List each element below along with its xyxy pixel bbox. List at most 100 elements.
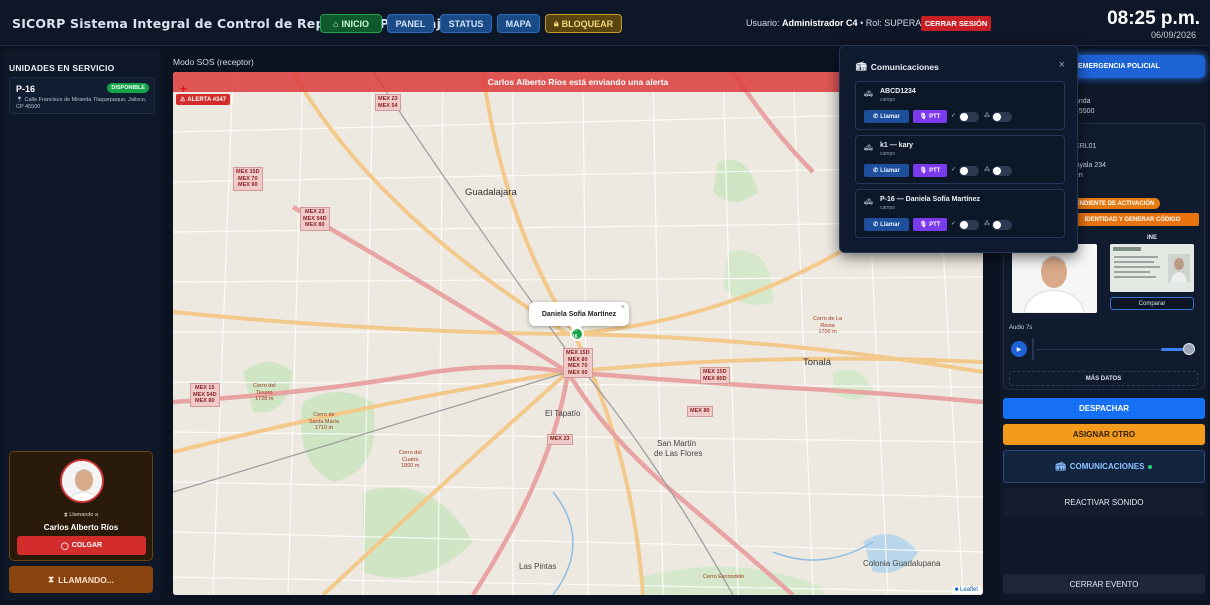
highway-shield: MEX 23 — [547, 434, 573, 445]
toggle-switch[interactable] — [992, 166, 1012, 176]
toggle-switch[interactable] — [992, 112, 1012, 122]
top-bar: SICORP Sistema Integral de Control de Re… — [0, 0, 1210, 46]
map-place-label: Las Pintas — [519, 562, 557, 571]
call-unit-button[interactable]: ✆ Llamar — [864, 218, 909, 231]
unit-address: 📍︎ Calle Francisco de Miranda Tlaquepaqu… — [16, 97, 147, 110]
radio-icon: 📻︎ — [1055, 462, 1066, 471]
online-indicator — [1148, 464, 1153, 469]
lock-icon: 🔒︎ — [553, 18, 559, 28]
highway-shield: MEX 23 MEX 54D MEX 80 — [300, 207, 330, 231]
call-unit-button[interactable]: ✆ Llamar — [864, 110, 909, 123]
map-place-label: El Tapatío — [545, 409, 581, 418]
ptt-button[interactable]: 🎙︎ PTT — [913, 164, 947, 177]
popup-unit-name: Daniela Sofía Martínez — [541, 310, 617, 318]
ptt-button[interactable]: 🎙︎ PTT — [913, 110, 947, 123]
toggle-switch[interactable] — [992, 220, 1012, 230]
map-place-label: Tonalá — [803, 357, 831, 368]
nav-inicio-button[interactable]: ⌂ INICIO — [320, 14, 382, 33]
nav-status-button[interactable]: STATUS — [440, 14, 492, 33]
map-mode-label: Modo SOS (receptor) — [173, 57, 254, 67]
reporter-info-text: XRL01 — [1075, 143, 1097, 150]
map-place-label: San Martín — [657, 439, 697, 448]
calling-label: ⧗ Llamando a — [63, 512, 99, 518]
compare-button[interactable]: Comparar — [1110, 297, 1194, 310]
unit-marker[interactable]: P-16 — [570, 327, 584, 341]
verify-identity-button[interactable]: IDENTIDAD Y GENERAR CÓDIGO — [1066, 213, 1199, 226]
avatar-image — [62, 461, 102, 501]
highway-shield: MEX 23 MEX 54 — [375, 94, 401, 111]
hangup-button[interactable]: ◯ COLGAR — [17, 536, 146, 555]
reporter-photo-image — [1012, 244, 1097, 313]
ptt-button[interactable]: 🎙︎ PTT — [913, 218, 947, 231]
map-peak-label: Cerro Escondido — [703, 574, 744, 580]
clock-time: 08:25 p.m. — [1107, 8, 1200, 29]
phone-icon: ✆ — [873, 222, 879, 228]
clock-date: 06/09/2026 — [1150, 30, 1196, 40]
ine-card-image — [1110, 244, 1194, 292]
dispatch-button[interactable]: DESPACHAR — [1003, 398, 1205, 419]
unit-card[interactable]: P-16 DISPONIBLE 📍︎ Calle Francisco de Mi… — [9, 77, 155, 114]
share-icon: ⁂ — [984, 113, 990, 119]
status-badge: DISPONIBLE — [107, 83, 149, 93]
check-icon: ✓ — [951, 221, 957, 227]
map-popup: Daniela Sofía Martínez × — [529, 302, 629, 326]
volume-slider-handle[interactable] — [1183, 343, 1195, 355]
lock-screen-button[interactable]: 🔒︎ BLOQUEAR — [545, 14, 622, 33]
comms-unit-item: 🚓︎ P-16 — Daniela Sofía Martínez campo ✆… — [855, 189, 1065, 238]
logout-button[interactable]: CERRAR SESIÓN — [921, 16, 991, 31]
map-place-label: Colonia Guadalupana — [863, 559, 941, 568]
highway-shield: MEX 15D MEX 80D — [700, 367, 730, 384]
nav-panel-button[interactable]: PANEL — [387, 14, 434, 33]
hourglass-icon: ⧗ — [63, 512, 68, 518]
audio-progress[interactable] — [1032, 338, 1034, 360]
check-icon: ✓ — [951, 167, 957, 173]
highway-shield: MEX 15 MEX 54D MEX 80 — [190, 383, 220, 407]
assign-other-button[interactable]: ASIGNAR OTRO — [1003, 424, 1205, 445]
popup-close-button[interactable]: × — [621, 304, 625, 311]
map-peak-label: Cerro del Cuatro 1860 m — [399, 450, 422, 469]
communications-panel: 📻︎ Comunicaciones × 🚓︎ ABCD1234 campo ✆ Ll… — [839, 45, 1078, 253]
pending-activation-badge: PENDIENTE DE ACTIVACIÓN — [1066, 198, 1160, 209]
patrol-car-icon: 🚓︎ — [864, 91, 873, 98]
highway-shield: MEX 15D MEX 80 MEX 70 MEX 90 — [563, 348, 593, 378]
app-title: SICORP Sistema Integral de Control de Re… — [12, 16, 450, 31]
mic-icon: 🎙︎ — [919, 222, 928, 228]
map-peak-label: Cerro del Tesoro 1728 m — [253, 383, 276, 402]
highway-shield: MEX 80 — [687, 406, 713, 417]
share-icon: ⁂ — [984, 167, 990, 173]
unit-name: P-16 — [16, 84, 36, 94]
patrol-car-icon: 🚓︎ — [864, 145, 873, 152]
comms-close-button[interactable]: × — [1059, 59, 1065, 71]
calling-status-button[interactable]: ⧗ LLAMANDO... — [9, 566, 153, 593]
call-unit-button[interactable]: ✆ Llamar — [864, 164, 909, 177]
play-audio-button[interactable]: ▶ — [1011, 341, 1027, 357]
warning-icon: ⚠ — [180, 97, 186, 103]
communications-button[interactable]: 📻︎ COMUNICACIONES — [1003, 450, 1205, 483]
close-event-button[interactable]: CERRAR EVENTO — [1003, 574, 1205, 594]
mic-icon: 🎙︎ — [919, 168, 928, 174]
toggle-switch[interactable] — [959, 112, 979, 122]
map-peak-label: Cerro de La Reina 1700 m — [813, 316, 843, 335]
audio-timeline[interactable] — [1036, 349, 1160, 350]
nav-mapa-button[interactable]: MAPA — [497, 14, 540, 33]
comms-unit-sub: campo — [880, 97, 896, 103]
more-data-button[interactable]: MÁS DATOS — [1009, 371, 1198, 386]
emergency-type-button[interactable]: EMERGENCIA POLICIAL — [1060, 55, 1205, 78]
radio-icon: 📻︎ — [856, 61, 867, 71]
leaflet-icon: ■ — [954, 587, 959, 593]
phone-icon: ✆ — [873, 168, 879, 174]
units-panel: UNIDADES EN SERVICIO P-16 DISPONIBLE 📍︎ … — [3, 50, 161, 600]
comms-unit-item: 🚓︎ k1 — kary campo ✆ Llamar 🎙︎ PTT ✓ ⁂ — [855, 135, 1065, 184]
comms-unit-sub: campo — [880, 151, 896, 157]
toggle-switch[interactable] — [959, 166, 979, 176]
reactivate-sound-button[interactable]: REACTIVAR SONIDO — [1003, 488, 1205, 517]
hourglass-icon: ⧗ — [48, 574, 55, 584]
reporter-info-text: Ayala 234 — [1075, 162, 1107, 169]
comms-unit-name: P-16 — Daniela Sofía Martínez — [880, 196, 980, 203]
map-place-label: Guadalajara — [465, 187, 517, 198]
map-attribution-link[interactable]: ■ Leaflet — [951, 586, 981, 594]
comms-unit-sub: campo — [880, 205, 896, 211]
toggle-switch[interactable] — [959, 220, 979, 230]
location-pin-icon: 📍︎ — [16, 97, 23, 103]
ine-card-graphic — [1110, 244, 1194, 292]
